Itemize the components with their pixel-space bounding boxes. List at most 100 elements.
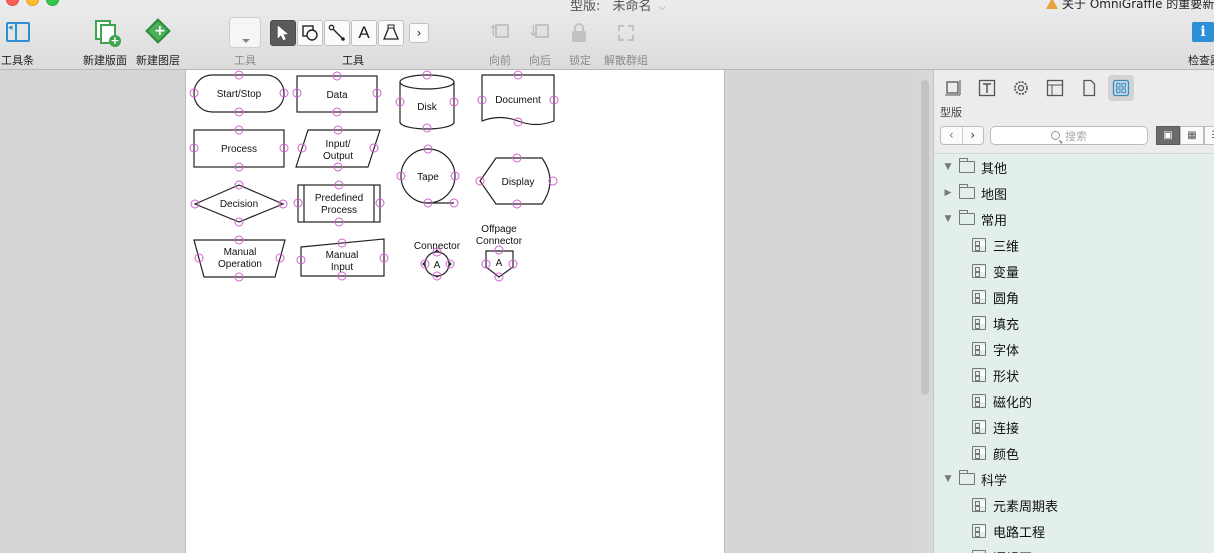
stencil-item-row[interactable]: 电路工程 bbox=[934, 518, 1214, 544]
text-tab-icon[interactable] bbox=[974, 75, 1000, 101]
canvas-area[interactable]: .shp { fill: #fff; stroke: #222; stroke-… bbox=[0, 70, 918, 553]
stencil-folder-row[interactable]: ▼ 其他 bbox=[934, 154, 1214, 180]
stencil-item-row[interactable]: 元素周期表 bbox=[934, 492, 1214, 518]
start-stop-shape[interactable]: Start/Stop bbox=[189, 70, 289, 117]
manual-operation-shape[interactable]: Manual Operation bbox=[193, 235, 286, 282]
lock-icon[interactable] bbox=[566, 22, 592, 44]
ungroup-icon[interactable] bbox=[613, 22, 639, 44]
ungroup-label: 解散群组 bbox=[604, 54, 648, 67]
new-canvas-icon[interactable]: + bbox=[95, 20, 121, 47]
news-text: 关于 OmniGraffle 的重要新闻 bbox=[1062, 0, 1214, 11]
tree-item-label: 其他 bbox=[981, 161, 1008, 177]
omnigraffle-window: 型版: 未命名 ⌵ 关于 OmniGraffle 的重要新闻 工具条 + 新建版… bbox=[0, 0, 1214, 553]
stencil-item-row[interactable]: 圆角 bbox=[934, 284, 1214, 310]
minimize-window-button[interactable] bbox=[26, 0, 39, 6]
tree-item-label: 连接 bbox=[993, 421, 1020, 437]
stencil-icon bbox=[972, 368, 986, 382]
sidebar-toggle-icon[interactable] bbox=[6, 22, 30, 42]
stencil-item-row[interactable]: 变量 bbox=[934, 258, 1214, 284]
zoom-window-button[interactable] bbox=[46, 0, 59, 6]
stencil-folder-row[interactable]: ▼ 常用 bbox=[934, 206, 1214, 232]
stencils-section-title: 型版 bbox=[940, 106, 962, 119]
send-backward-icon[interactable]: ↓ bbox=[526, 22, 552, 44]
predefined-process-shape[interactable]: Predefined Process bbox=[293, 180, 385, 227]
back-button[interactable]: ‹ bbox=[941, 127, 962, 144]
stencils-tab-icon[interactable] bbox=[1108, 75, 1134, 101]
folder-icon bbox=[958, 158, 975, 173]
chevron-right-icon: › bbox=[416, 26, 422, 40]
disclosure-expanded-icon[interactable]: ▼ bbox=[943, 474, 953, 484]
text-tool[interactable]: A bbox=[351, 20, 377, 46]
tree-item-label: 圆角 bbox=[993, 291, 1020, 307]
stencil-icon bbox=[972, 524, 986, 538]
close-window-button[interactable] bbox=[6, 0, 19, 6]
input-output-label-line2: Output bbox=[323, 151, 353, 162]
text-tool-icon: A bbox=[358, 23, 370, 42]
bezier-pen-icon bbox=[383, 24, 399, 40]
line-tool[interactable] bbox=[324, 20, 350, 46]
stencil-item-row[interactable]: 连接 bbox=[934, 414, 1214, 440]
canvas-page[interactable]: .shp { fill: #fff; stroke: #222; stroke-… bbox=[185, 70, 725, 553]
stencil-item-row[interactable]: 逻辑图 bbox=[934, 544, 1214, 553]
stencil-item-row[interactable]: 颜色 bbox=[934, 440, 1214, 466]
document-shape[interactable]: Document bbox=[477, 70, 559, 127]
disk-shape[interactable]: Disk bbox=[395, 70, 459, 133]
offpage-connector-letter: A bbox=[496, 258, 503, 269]
disclosure-collapsed-icon[interactable]: ▶ bbox=[943, 188, 953, 198]
window-title[interactable]: 型版: 未命名 ⌵ bbox=[570, 0, 666, 14]
stencil-item-row[interactable]: 磁化的 bbox=[934, 388, 1214, 414]
display-label: Display bbox=[502, 177, 535, 188]
document-name: 未命名 bbox=[612, 0, 652, 14]
stencil-icon bbox=[972, 394, 986, 408]
connector-shape[interactable]: Connector A bbox=[414, 241, 461, 281]
stencil-nav-buttons: ‹ › bbox=[940, 126, 984, 145]
stencil-item-row[interactable]: 三维 bbox=[934, 232, 1214, 258]
shape-tool[interactable] bbox=[297, 20, 323, 46]
folder-icon bbox=[958, 210, 975, 225]
disk-label: Disk bbox=[417, 102, 437, 113]
tape-shape[interactable]: Tape bbox=[396, 144, 460, 208]
stencil-search-input[interactable]: 搜索 bbox=[990, 126, 1148, 145]
pen-tool[interactable] bbox=[378, 20, 404, 46]
display-shape[interactable]: Display bbox=[475, 153, 558, 209]
data-shape[interactable]: Data bbox=[292, 71, 382, 117]
data-label: Data bbox=[326, 90, 348, 101]
forward-button[interactable]: › bbox=[961, 127, 984, 144]
inspector-icon[interactable]: i bbox=[1192, 22, 1214, 42]
list-view-button[interactable]: ☰ bbox=[1204, 126, 1214, 145]
process-shape[interactable]: Process bbox=[189, 125, 289, 172]
canvas-size-tab-icon[interactable] bbox=[940, 75, 966, 101]
document-tab-icon[interactable] bbox=[1076, 75, 1102, 101]
bring-forward-icon[interactable]: ↑ bbox=[486, 22, 512, 44]
bring-forward-label: 向前 bbox=[489, 54, 511, 67]
search-icon bbox=[1051, 131, 1060, 140]
more-tools-button[interactable]: › bbox=[409, 23, 429, 43]
grid-view-button[interactable]: ▦ bbox=[1180, 126, 1204, 145]
news-link[interactable]: 关于 OmniGraffle 的重要新闻 bbox=[1046, 0, 1214, 12]
stencil-icon bbox=[972, 264, 986, 278]
manual-input-shape[interactable]: Manual Input bbox=[296, 238, 389, 281]
stencil-tree[interactable]: ▼ 其他 ▶ 地图 ▼ 常用 三维 变量圆角填充 字体 形状 磁化的连接颜色 ▼ 科学 元素周期表 电路工程… bbox=[934, 153, 1214, 553]
selection-tool[interactable] bbox=[270, 20, 296, 46]
flowchart-stencil-shapes: .shp { fill: #fff; stroke: #222; stroke-… bbox=[189, 70, 559, 282]
stencil-item-row[interactable]: 形状 bbox=[934, 362, 1214, 388]
canvas-vertical-scrollbar[interactable] bbox=[921, 80, 929, 395]
input-output-shape[interactable]: Input/ Output bbox=[295, 125, 381, 172]
gear-icon[interactable] bbox=[1008, 75, 1034, 101]
layout-tab-icon[interactable] bbox=[1042, 75, 1068, 101]
disclosure-expanded-icon[interactable]: ▼ bbox=[943, 162, 953, 172]
disclosure-expanded-icon[interactable]: ▼ bbox=[943, 214, 953, 224]
decision-label: Decision bbox=[220, 199, 258, 210]
stencil-folder-row[interactable]: ▶ 地图 bbox=[934, 180, 1214, 206]
tools-label: 工具 bbox=[342, 54, 364, 67]
new-layer-icon[interactable]: + bbox=[145, 18, 172, 44]
decision-shape[interactable]: Decision bbox=[190, 180, 288, 227]
sidebar-toggle-label: 工具条 bbox=[1, 54, 34, 67]
offpage-connector-shape[interactable]: Offpage Connector A bbox=[476, 224, 523, 282]
stencil-item-row[interactable]: 字体 bbox=[934, 336, 1214, 362]
stencil-folder-row[interactable]: ▼ 科学 bbox=[934, 466, 1214, 492]
stencil-preview-view-button[interactable]: ▣ bbox=[1156, 126, 1180, 145]
inspector-label: 检查器 bbox=[1188, 54, 1214, 67]
stencil-item-row[interactable]: 填充 bbox=[934, 310, 1214, 336]
style-well[interactable] bbox=[229, 17, 261, 48]
